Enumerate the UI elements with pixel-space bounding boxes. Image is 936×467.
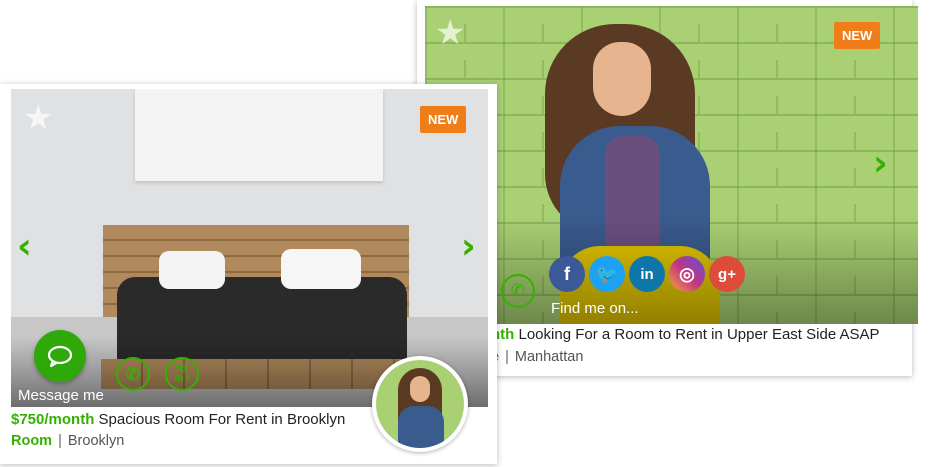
new-badge: NEW	[420, 106, 467, 133]
listing-price: $750/month	[11, 411, 95, 428]
avatar[interactable]	[372, 356, 468, 452]
listing-card-front[interactable]: ★ NEW ‹ › Message me ✆ f◎ in t $750/month…	[0, 84, 497, 464]
listing-photo[interactable]: ★ NEW › ✆ f 🐦 in ◎ g+ Find me on...	[425, 6, 918, 324]
listing-meta: Room | Brooklyn	[11, 433, 125, 449]
listing-title[interactable]: $750/month Spacious Room For Rent in Bro…	[11, 411, 345, 428]
listing-title-text: Spacious Room For Rent in Brooklyn	[98, 411, 346, 428]
favorite-star-icon[interactable]: ★	[23, 101, 53, 135]
listing-meta: e|Manhattan	[491, 349, 583, 365]
next-arrow-icon[interactable]: ›	[461, 229, 476, 265]
person-face	[593, 42, 651, 116]
social-links: f 🐦 in ◎ g+	[549, 256, 745, 292]
social-icons-button[interactable]: f◎ in t	[165, 357, 199, 391]
twitter-icon[interactable]: 🐦	[589, 256, 625, 292]
google-plus-icon[interactable]: g+	[709, 256, 745, 292]
listing-title[interactable]: nth Looking For a Room to Rent in Upper …	[491, 326, 880, 343]
message-label: Message me	[18, 387, 104, 404]
favorite-star-icon[interactable]: ★	[435, 16, 465, 50]
prev-arrow-icon[interactable]: ‹	[17, 229, 32, 265]
wall-canvas	[135, 89, 383, 181]
phone-icon[interactable]: ✆	[501, 274, 535, 308]
facebook-icon[interactable]: f	[549, 256, 585, 292]
message-button[interactable]	[34, 330, 86, 382]
listing-location: Manhattan	[514, 349, 584, 365]
listing-title-text: Looking For a Room to Rent in Upper East…	[518, 326, 880, 343]
find-me-label: Find me on...	[551, 300, 639, 317]
listing-location: Brooklyn	[67, 433, 125, 449]
next-arrow-icon[interactable]: ›	[873, 146, 888, 182]
phone-icon[interactable]: ✆	[116, 357, 150, 391]
chat-icon	[47, 345, 73, 368]
listing-type: Room	[11, 433, 53, 449]
new-badge: NEW	[834, 22, 881, 49]
linkedin-icon[interactable]: in	[629, 256, 665, 292]
instagram-icon[interactable]: ◎	[669, 256, 705, 292]
